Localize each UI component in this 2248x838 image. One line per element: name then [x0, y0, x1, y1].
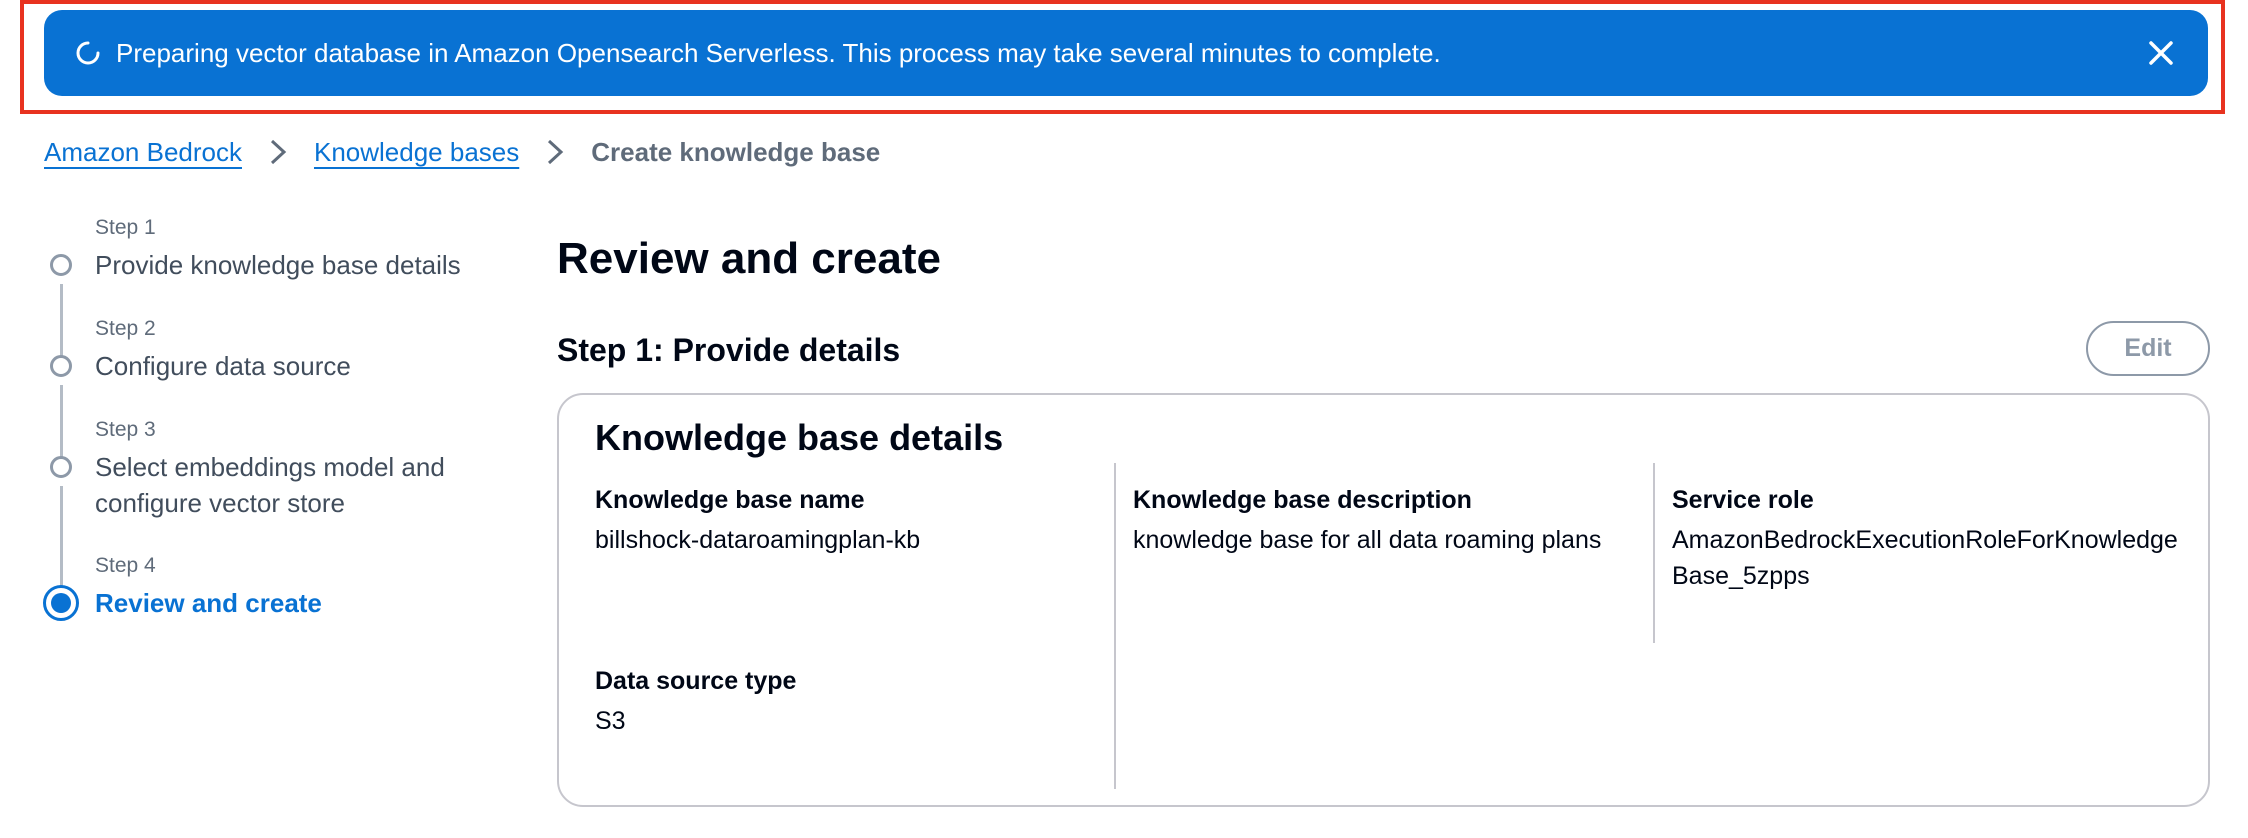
step-title[interactable]: Provide knowledge base details	[95, 247, 515, 283]
field-label-kb-name: Knowledge base name	[595, 486, 865, 514]
step-title: Review and create	[95, 588, 322, 618]
column-divider	[1653, 463, 1655, 643]
step-indicator	[50, 456, 72, 478]
step-number: Step 1	[95, 216, 156, 239]
chevron-right-icon	[270, 139, 287, 165]
flash-banner: Preparing vector database in Amazon Open…	[44, 10, 2208, 96]
column-divider	[1114, 463, 1116, 789]
field-label-data-source-type: Data source type	[595, 667, 797, 695]
breadcrumb-current: Create knowledge base	[591, 136, 881, 167]
step-number: Step 2	[95, 317, 156, 340]
chevron-right-icon	[548, 139, 564, 165]
banner-message: Preparing vector database in Amazon Open…	[116, 38, 1441, 68]
spinner-icon	[76, 41, 100, 65]
step-number: Step 3	[95, 418, 156, 441]
field-value-kb-description: knowledge base for all data roaming plan…	[1133, 526, 1602, 554]
field-label-kb-description: Knowledge base description	[1133, 486, 1472, 514]
card-title: Knowledge base details	[595, 417, 1004, 458]
step-title[interactable]: Select embeddings model and configure ve…	[95, 449, 475, 521]
breadcrumb-amazon-bedrock[interactable]: Amazon Bedrock	[44, 137, 242, 168]
knowledge-base-details-card: Knowledge base details Knowledge base na…	[557, 393, 2210, 807]
close-icon[interactable]	[2144, 36, 2178, 70]
step-number: Step 4	[95, 554, 156, 577]
field-value-kb-name: billshock-dataroamingplan-kb	[595, 526, 921, 554]
field-value-data-source-type: S3	[595, 707, 626, 735]
edit-button[interactable]: Edit	[2086, 321, 2210, 376]
step-indicator	[50, 355, 72, 377]
step-indicator-active	[43, 585, 79, 621]
section-title: Step 1: Provide details	[557, 332, 901, 368]
breadcrumb-knowledge-bases[interactable]: Knowledge bases	[314, 137, 519, 168]
step-connector	[60, 385, 63, 463]
field-value-service-role: AmazonBedrockExecutionRoleForKnowledgeBa…	[1672, 526, 2178, 590]
step-title[interactable]: Configure data source	[95, 348, 515, 384]
breadcrumb: Amazon Bedrock Knowledge bases Create kn…	[44, 132, 880, 172]
step-connector	[60, 284, 63, 362]
field-label-service-role: Service role	[1672, 486, 1814, 514]
step-indicator	[50, 254, 72, 276]
page-title: Review and create	[557, 234, 941, 283]
